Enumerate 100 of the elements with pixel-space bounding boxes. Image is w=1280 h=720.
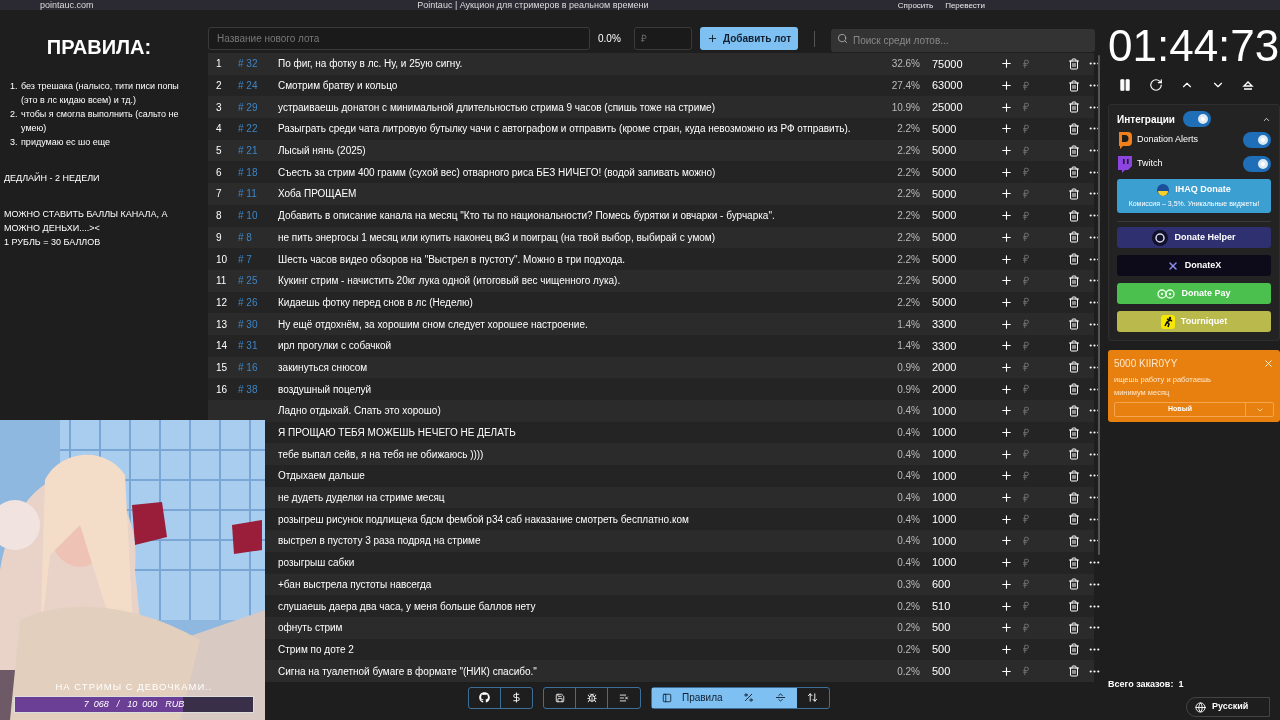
- trash-icon[interactable]: [1068, 209, 1080, 222]
- ruble-icon[interactable]: [1021, 535, 1031, 546]
- donate-service-button[interactable]: Donate Helper: [1117, 227, 1271, 248]
- ruble-icon[interactable]: [1021, 80, 1031, 91]
- plus-icon[interactable]: [1000, 491, 1013, 505]
- plus-icon[interactable]: [1000, 144, 1013, 158]
- plus-icon[interactable]: [1000, 621, 1013, 635]
- donate-service-button[interactable]: DonateX: [1117, 255, 1271, 276]
- trash-icon[interactable]: [1068, 253, 1080, 266]
- plus-icon[interactable]: [1000, 469, 1013, 483]
- plus-icon[interactable]: [1000, 360, 1013, 374]
- browser-action[interactable]: Перевести: [945, 0, 985, 10]
- trash-icon[interactable]: [1068, 448, 1080, 461]
- ruble-icon[interactable]: [1021, 644, 1031, 655]
- ruble-icon[interactable]: [1021, 145, 1031, 156]
- plus-icon[interactable]: [1000, 165, 1013, 179]
- trash-icon[interactable]: [1068, 187, 1080, 200]
- plus-icon[interactable]: [1000, 339, 1013, 353]
- plus-icon[interactable]: [1000, 209, 1013, 223]
- plus-icon[interactable]: [1000, 664, 1013, 678]
- plus-icon[interactable]: [1000, 599, 1013, 613]
- plus-icon[interactable]: [1000, 556, 1013, 570]
- plus-icon[interactable]: [1000, 317, 1013, 331]
- plus-icon[interactable]: [1000, 230, 1013, 244]
- trash-icon[interactable]: [1068, 600, 1080, 613]
- toggle-switch[interactable]: [1243, 131, 1271, 148]
- ruble-icon[interactable]: [1021, 210, 1031, 221]
- plus-icon[interactable]: [1000, 100, 1013, 114]
- toggle-switch[interactable]: [1182, 111, 1211, 127]
- trash-icon[interactable]: [1068, 665, 1080, 678]
- trash-icon[interactable]: [1068, 339, 1080, 352]
- ruble-icon[interactable]: [1021, 449, 1031, 460]
- amount-field[interactable]: ₽: [634, 27, 692, 50]
- trash-icon[interactable]: [1068, 578, 1080, 591]
- trash-icon[interactable]: [1068, 361, 1080, 374]
- trash-icon[interactable]: [1068, 296, 1080, 309]
- restart-icon[interactable]: [1149, 78, 1163, 92]
- plus-icon[interactable]: [1000, 577, 1013, 591]
- trash-icon[interactable]: [1068, 144, 1080, 157]
- ruble-icon[interactable]: [1021, 254, 1031, 265]
- ruble-icon[interactable]: [1021, 275, 1031, 286]
- pause-icon[interactable]: [1118, 78, 1132, 92]
- ruble-icon[interactable]: [1021, 427, 1031, 438]
- trash-icon[interactable]: [1068, 491, 1080, 504]
- plus-icon[interactable]: [1000, 57, 1013, 71]
- ruble-icon[interactable]: [1021, 58, 1031, 69]
- plus-icon[interactable]: [1000, 79, 1013, 93]
- plus-icon[interactable]: [1000, 252, 1013, 266]
- plus-icon[interactable]: [1000, 274, 1013, 288]
- ruble-icon[interactable]: [1021, 579, 1031, 590]
- ruble-icon[interactable]: [1021, 666, 1031, 677]
- search-field[interactable]: Поиск среди лотов...: [831, 29, 1095, 52]
- trash-icon[interactable]: [1068, 469, 1080, 482]
- plus-icon[interactable]: [1000, 447, 1013, 461]
- trash-icon[interactable]: [1068, 79, 1080, 92]
- plus-icon[interactable]: [1000, 295, 1013, 309]
- plus-icon[interactable]: [1000, 404, 1013, 418]
- ruble-icon[interactable]: [1021, 492, 1031, 503]
- plus-icon[interactable]: [1000, 122, 1013, 136]
- ruble-icon[interactable]: [1021, 601, 1031, 612]
- plus-icon[interactable]: [1000, 512, 1013, 526]
- plus-icon[interactable]: [1000, 187, 1013, 201]
- trash-icon[interactable]: [1068, 534, 1080, 547]
- trash-icon[interactable]: [1068, 318, 1080, 331]
- close-icon[interactable]: [1263, 358, 1274, 369]
- ruble-icon[interactable]: [1021, 557, 1031, 568]
- ruble-icon[interactable]: [1021, 102, 1031, 113]
- trash-icon[interactable]: [1068, 426, 1080, 439]
- trash-icon[interactable]: [1068, 621, 1080, 634]
- trash-icon[interactable]: [1068, 404, 1080, 417]
- trash-icon[interactable]: [1068, 274, 1080, 287]
- trash-icon[interactable]: [1068, 57, 1080, 70]
- plus-icon[interactable]: [1000, 534, 1013, 548]
- toggle-switch[interactable]: [1243, 155, 1271, 172]
- ruble-icon[interactable]: [1021, 470, 1031, 481]
- ruble-icon[interactable]: [1021, 362, 1031, 373]
- trash-icon[interactable]: [1068, 643, 1080, 656]
- plus-icon[interactable]: [1000, 382, 1013, 396]
- trash-icon[interactable]: [1068, 383, 1080, 396]
- trash-icon[interactable]: [1068, 122, 1080, 135]
- browser-action[interactable]: Спросить: [897, 0, 934, 10]
- ruble-icon[interactable]: [1021, 384, 1031, 395]
- ruble-icon[interactable]: [1021, 319, 1031, 330]
- plus-icon[interactable]: [1000, 642, 1013, 656]
- ruble-icon[interactable]: [1021, 232, 1031, 243]
- eject-icon[interactable]: [1242, 79, 1254, 91]
- url-text[interactable]: pointauc.com: [40, 0, 340, 10]
- ruble-icon[interactable]: [1021, 340, 1031, 351]
- lot-name-field[interactable]: Название нового лота: [208, 27, 590, 50]
- ruble-icon[interactable]: [1021, 188, 1031, 199]
- ruble-icon[interactable]: [1021, 514, 1031, 525]
- trash-icon[interactable]: [1068, 556, 1080, 569]
- ruble-icon[interactable]: [1021, 297, 1031, 308]
- trash-icon[interactable]: [1068, 101, 1080, 114]
- ruble-icon[interactable]: [1021, 622, 1031, 633]
- trash-icon[interactable]: [1068, 231, 1080, 244]
- trash-icon[interactable]: [1068, 166, 1080, 179]
- ruble-icon[interactable]: [1021, 167, 1031, 178]
- plus-icon[interactable]: [1000, 426, 1013, 440]
- ruble-icon[interactable]: [1021, 123, 1031, 134]
